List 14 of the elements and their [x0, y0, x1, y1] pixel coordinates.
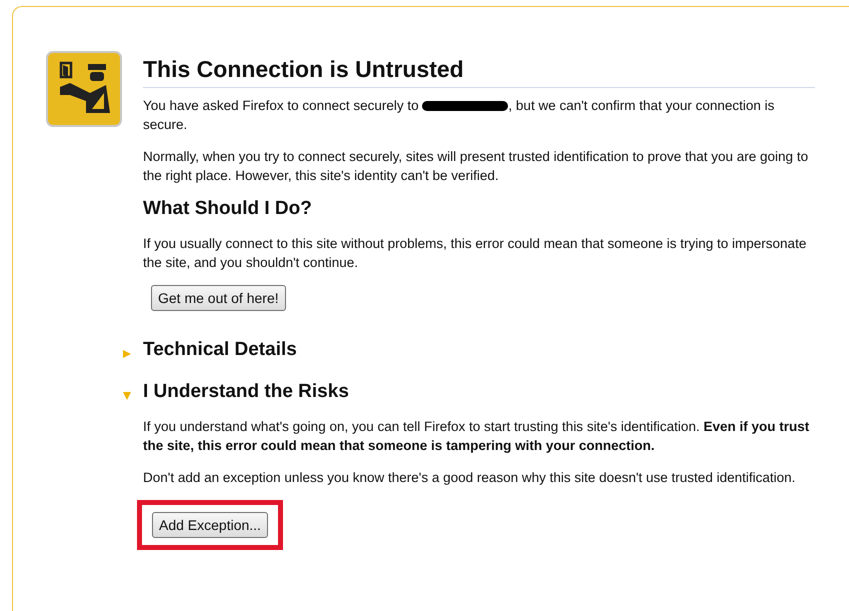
- triangle-down-icon[interactable]: [122, 391, 132, 401]
- expander-heading[interactable]: Technical Details: [143, 339, 297, 361]
- body-text: If you understand what's going on, you can tell Firefox to start trusting this site's identification. Even if you trust the site, this error could mean that someone is tampering with your connection.: [143, 418, 810, 455]
- expander-heading[interactable]: I Understand the Risks: [143, 381, 349, 403]
- intro-text: You have asked Firefox to connect securely to , but we can't confirm that your connection is secure.: [143, 97, 776, 134]
- body-text: Don't add an exception unless you know there's a good reason why this site doesn't use trusted identification.: [143, 469, 796, 487]
- add-exception-button[interactable]: Add Exception...: [152, 512, 268, 538]
- page-title: This Connection is Untrusted: [143, 56, 815, 88]
- body-text: Normally, when you try to connect securely, sites will present trusted identification to prove that you are going to the right place. However, this site's identity can't be verified.: [143, 148, 810, 185]
- section-heading: What Should I Do?: [143, 198, 313, 220]
- triangle-right-icon[interactable]: [122, 349, 132, 359]
- officer-icon: [46, 51, 122, 127]
- body-text: If you usually connect to this site without problems, this error could mean that someone is trying to impersonate the site, and you shouldn't continue.: [143, 235, 808, 272]
- get-out-button[interactable]: Get me out of here!: [151, 285, 286, 311]
